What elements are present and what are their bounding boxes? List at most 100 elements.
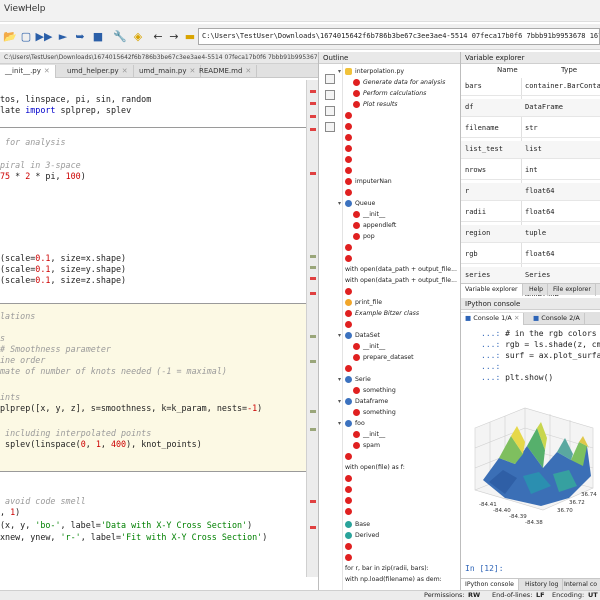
code-token: 0.1 — [35, 253, 51, 263]
outline-item-label: __init__ — [363, 343, 386, 350]
go-to-cursor-icon[interactable] — [325, 122, 335, 132]
menu-view[interactable]: View — [4, 4, 25, 14]
chevron-down-icon[interactable]: ▾ — [338, 375, 341, 385]
python-path-icon[interactable]: ◈ — [130, 28, 146, 44]
class-icon — [345, 376, 352, 383]
warning-marker — [310, 360, 316, 363]
warning-marker — [310, 266, 316, 269]
variable-name: list_test — [465, 145, 503, 153]
close-icon[interactable]: ✕ — [245, 67, 251, 75]
console-code: rgb = ls.shade(z, cm — [500, 340, 600, 349]
variable-type: tuple — [525, 229, 547, 237]
variable-name: region — [465, 229, 491, 237]
column-header-type[interactable]: Type — [561, 66, 577, 74]
folder-open-icon[interactable]: 📂 — [2, 28, 18, 44]
code-line: splev(linspace(0, 1, 400), knot_points) — [0, 439, 202, 450]
code-token: (scale= — [0, 253, 36, 263]
function-icon — [345, 299, 352, 306]
permissions-value: RW — [468, 591, 481, 599]
forward-arrow-icon[interactable]: → — [166, 28, 182, 44]
function-icon — [353, 409, 360, 416]
wrench-icon[interactable]: 🔧 — [112, 28, 128, 44]
close-icon[interactable]: ✕ — [514, 314, 519, 322]
function-icon — [345, 156, 352, 163]
code-token: 0.1 — [35, 264, 51, 274]
back-arrow-icon[interactable]: ← — [150, 28, 166, 44]
python-file-icon — [345, 68, 352, 75]
run-file-icon[interactable]: ► — [55, 28, 71, 44]
function-icon — [345, 310, 352, 317]
variable-row[interactable]: list_test list — [461, 141, 600, 159]
tab-variable-explorer[interactable]: Variable explorer — [461, 284, 523, 296]
tab-file-explorer[interactable]: File explorer — [549, 284, 596, 296]
warning-marker — [310, 335, 316, 338]
code-token: , size=x.shape) — [50, 253, 127, 263]
console-bottom-tabs: IPython console History log Internal co — [461, 578, 600, 591]
chevron-down-icon[interactable]: ▾ — [338, 419, 341, 429]
code-editor[interactable]: tos, linspace, pi, sin, random late impor… — [0, 80, 306, 577]
menubar: View Help — [0, 0, 600, 22]
code-token: , size=z.shape) — [50, 275, 127, 285]
function-icon — [353, 431, 360, 438]
console-line: ...: rgb = ls.shade(z, cm — [481, 339, 600, 350]
save-icon[interactable]: ▢ — [18, 28, 34, 44]
working-directory-input[interactable]: C:\Users\TestUser\Downloads\1674015642f6… — [198, 28, 600, 45]
variable-type: DataFrame — [525, 103, 563, 111]
function-icon — [353, 79, 360, 86]
variable-row[interactable]: nrows int — [461, 162, 600, 180]
chevron-down-icon[interactable]: ▾ — [338, 397, 341, 407]
code-token: mate of number of knots needed (-1 = max… — [0, 366, 227, 376]
editor-tab[interactable]: umd_main.py ✕ — [134, 65, 202, 78]
function-icon — [353, 211, 360, 218]
code-token: tos, linspace, pi, sin, random — [0, 94, 152, 104]
close-icon[interactable]: ✕ — [122, 67, 128, 75]
stop-icon[interactable]: ■ — [90, 28, 106, 44]
menu-help[interactable]: Help — [25, 4, 46, 14]
class-icon — [345, 420, 352, 427]
editor-tab[interactable]: __init__.py ✕ — [0, 65, 56, 78]
code-line: ints — [0, 392, 20, 403]
outline-item-label: Base — [355, 521, 371, 528]
console-title: IPython console — [461, 298, 600, 310]
editor-file-path: C:\Users\TestUser\Downloads\1674015642f6… — [0, 52, 318, 64]
console-input-prompt[interactable]: In [12]: — [465, 563, 504, 574]
column-header-name[interactable]: Name — [497, 66, 518, 74]
run-cell-icon[interactable]: ▶▶ — [36, 28, 53, 44]
variable-row[interactable]: bars container.BarConta — [461, 78, 600, 96]
editor-tab-label: README.md — [199, 67, 243, 75]
console-line: ...: surf = ax.plot_surfa — [481, 350, 600, 361]
chevron-down-icon[interactable]: ▾ — [338, 67, 341, 77]
expand-all-icon[interactable] — [325, 90, 335, 100]
debug-step-icon[interactable]: ➥ — [72, 28, 88, 44]
folder-icon[interactable]: ▬ — [182, 28, 198, 44]
code-line: , 1) — [0, 507, 20, 518]
close-icon[interactable]: ✕ — [44, 67, 50, 75]
code-token: ), knot_points) — [126, 439, 202, 449]
tab-console-2[interactable]: ■ Console 2/A — [529, 313, 585, 325]
tab-help[interactable]: Help — [525, 284, 549, 296]
variable-row[interactable]: radii float64 — [461, 204, 600, 222]
warning-marker — [310, 90, 316, 93]
variable-row[interactable]: region tuple — [461, 225, 600, 243]
variable-row[interactable]: df DataFrame — [461, 99, 600, 117]
code-token: (scale= — [0, 275, 36, 285]
editor-tab[interactable]: README.md ✕ — [194, 65, 258, 78]
code-token: 'r-' — [60, 532, 81, 542]
ipython-console-panel: IPython console ■ Console 1/A ✕ ■ Consol… — [461, 298, 600, 590]
tab-console-1[interactable]: ■ Console 1/A ✕ — [461, 313, 525, 325]
code-token: ) — [80, 171, 86, 181]
variable-row[interactable]: rgb float64 — [461, 246, 600, 264]
warning-marker — [310, 115, 316, 118]
variable-row[interactable]: r float64 — [461, 183, 600, 201]
collapse-all-icon[interactable] — [325, 74, 335, 84]
restore-icon[interactable] — [325, 106, 335, 116]
console-continuation-prompt: ...: — [481, 329, 501, 338]
outline-item-label: print_file — [355, 299, 383, 306]
chevron-down-icon[interactable]: ▾ — [338, 331, 341, 341]
editor-tab[interactable]: umd_helper.py ✕ — [62, 65, 134, 78]
variable-row[interactable]: filename str — [461, 120, 600, 138]
toolbar: 📂 ▢ ▶▶ ► ➥ ■ 🔧 ◈ ← → ▬ C:\Users\TestUser… — [0, 24, 600, 50]
warning-marker — [310, 410, 316, 413]
chevron-down-icon[interactable]: ▾ — [338, 199, 341, 209]
console-code: surf = ax.plot_surfa — [500, 351, 600, 360]
